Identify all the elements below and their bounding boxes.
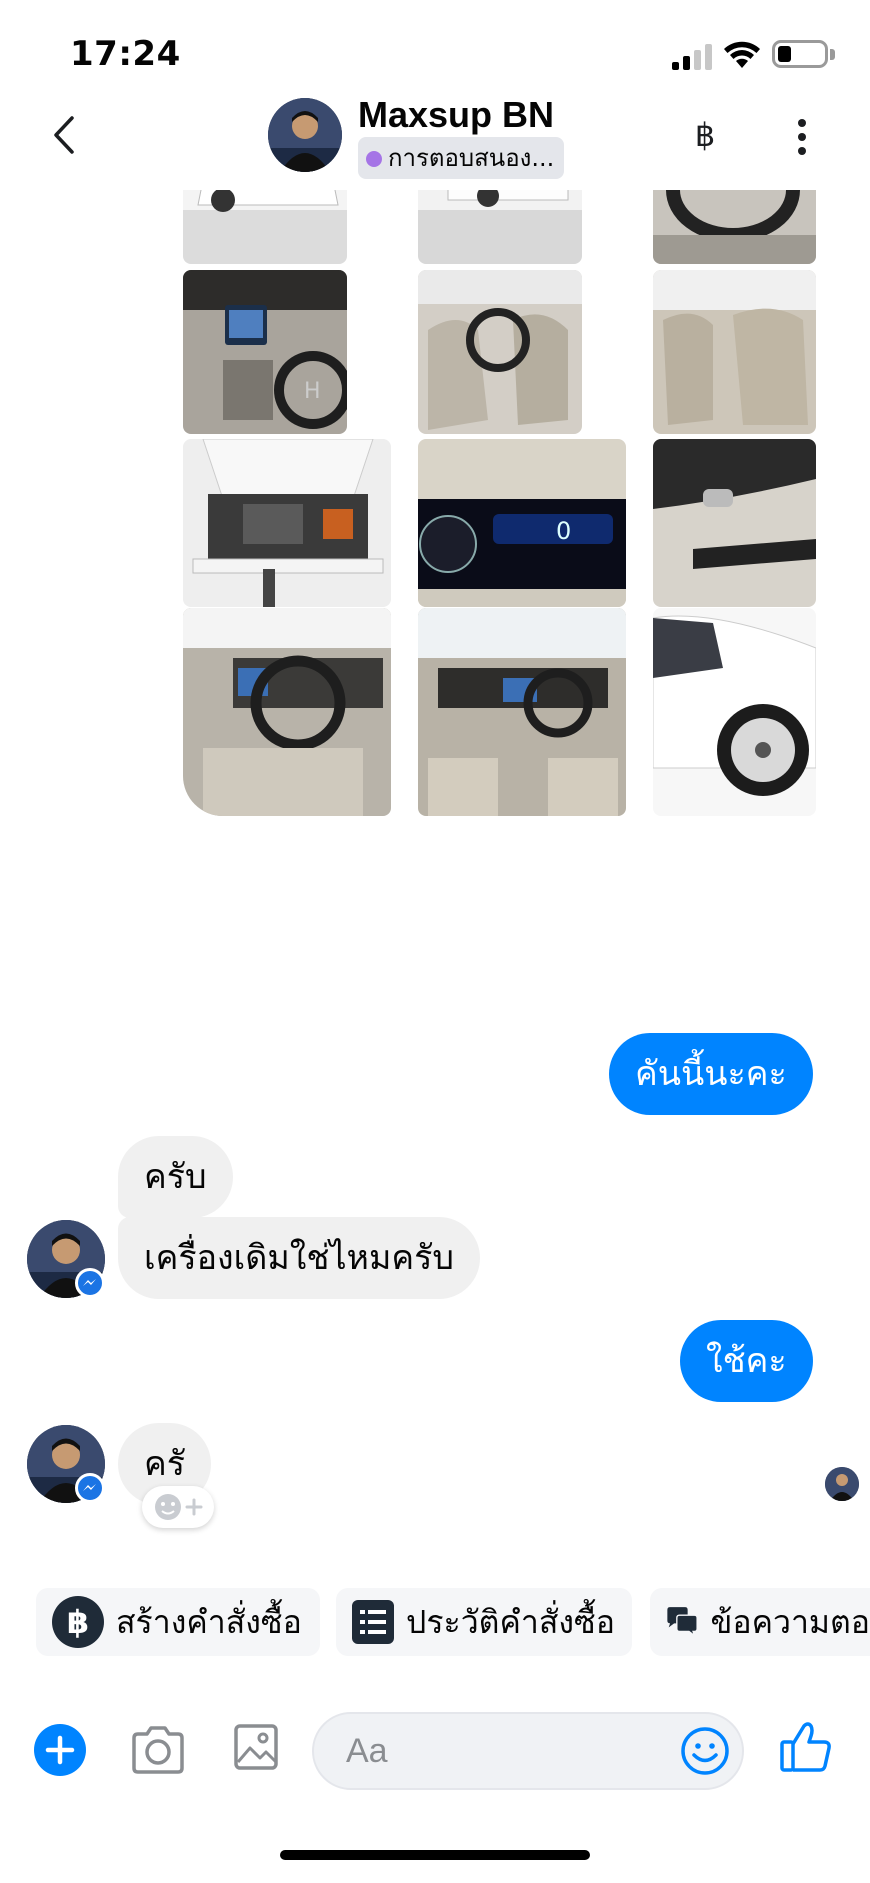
more-vertical-icon[interactable]: [784, 112, 820, 162]
create-order-chip[interactable]: ฿ สร้างคำสั่งซื้อ: [36, 1588, 320, 1656]
baht-icon[interactable]: ฿: [685, 110, 725, 160]
car-photo-rear-seats[interactable]: [653, 270, 816, 434]
contact-avatar[interactable]: [268, 98, 342, 172]
composer-bar: Aa: [0, 1700, 870, 1800]
car-photo-driver-cockpit[interactable]: [183, 608, 391, 816]
signal-icon: [672, 44, 712, 70]
chip-label: สร้างคำสั่งซื้อ: [116, 1602, 302, 1641]
home-indicator: [280, 1850, 590, 1860]
chip-label: ประวัติคำสั่งซื้อ: [406, 1602, 615, 1641]
svg-text:H: H: [304, 379, 321, 404]
chat-bubbles-icon: [667, 1607, 698, 1638]
messenger-icon: [75, 1268, 105, 1298]
incoming-message[interactable]: เครื่องเดิมใช่ไหมครับ: [118, 1217, 480, 1299]
contact-name[interactable]: Maxsup BN: [358, 94, 554, 136]
seen-indicator-avatar: [825, 1467, 859, 1501]
order-history-chip[interactable]: ประวัติคำสั่งซื้อ: [336, 1588, 632, 1656]
status-dot: [366, 151, 382, 167]
image-icon[interactable]: [234, 1722, 278, 1772]
emoji-icon[interactable]: [680, 1726, 730, 1776]
svg-text:0: 0: [556, 517, 571, 545]
smiley-plus-icon: [155, 1494, 203, 1520]
chip-label: ข้อความตอ: [710, 1602, 870, 1641]
car-photo-engine-bay[interactable]: [183, 439, 391, 607]
chat-header: Maxsup BN การตอบสนอง... ฿: [0, 90, 870, 190]
car-photo-gauge-cluster[interactable]: 0: [418, 439, 626, 607]
back-arrow-icon[interactable]: [40, 110, 88, 160]
status-time: 17:24: [70, 34, 181, 74]
order-history-icon: [352, 1600, 394, 1644]
plus-icon[interactable]: [34, 1724, 86, 1776]
add-reaction-button[interactable]: [142, 1486, 214, 1528]
outgoing-message[interactable]: คันนี้นะคะ: [609, 1033, 813, 1115]
incoming-message[interactable]: ครับ: [118, 1136, 233, 1218]
baht-icon: ฿: [52, 1596, 104, 1648]
response-status-text: การตอบสนอง...: [388, 144, 555, 172]
messenger-icon: [75, 1473, 105, 1503]
status-bar: 17:24: [0, 0, 870, 100]
saved-replies-chip[interactable]: ข้อความตอ: [650, 1588, 870, 1656]
car-photo-front-seats[interactable]: [418, 270, 582, 434]
outgoing-message[interactable]: ใช้คะ: [680, 1320, 813, 1402]
wifi-icon: [724, 41, 760, 68]
camera-icon[interactable]: [130, 1724, 186, 1776]
car-photo-interior-wide[interactable]: [418, 608, 626, 816]
battery-icon: [772, 40, 828, 68]
car-photo-door-panel[interactable]: [653, 439, 816, 607]
car-photo-side-wheel[interactable]: [653, 608, 816, 816]
battery-cap: [830, 49, 835, 60]
svg-text:฿: ฿: [67, 1603, 89, 1641]
thumbs-up-icon[interactable]: [780, 1720, 832, 1774]
response-status-badge: การตอบสนอง...: [358, 137, 565, 179]
car-photo-dashboard[interactable]: H: [183, 270, 347, 434]
